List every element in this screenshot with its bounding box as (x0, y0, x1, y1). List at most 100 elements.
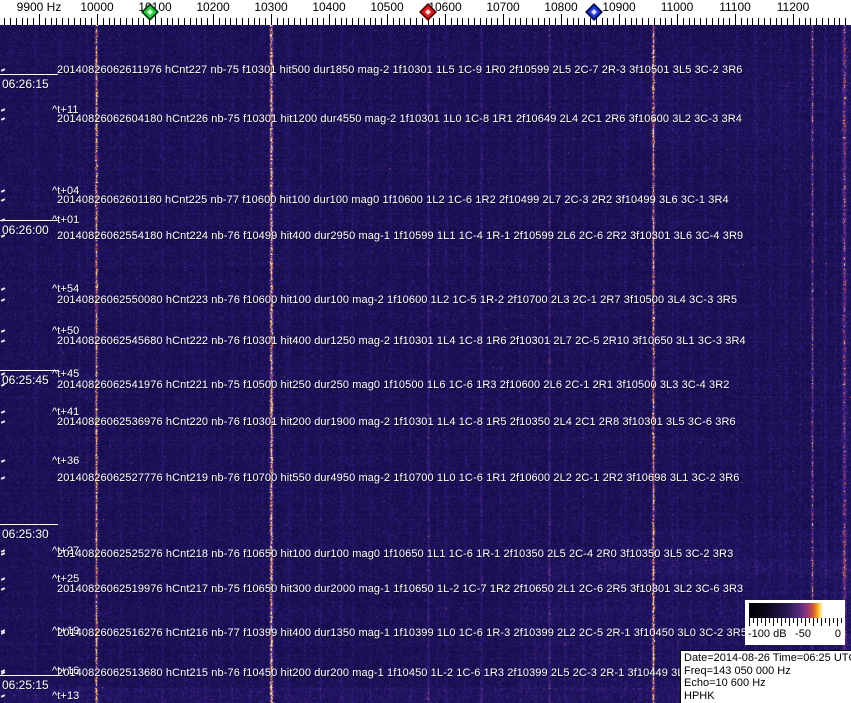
legend-tick (785, 618, 786, 623)
freq-minor-tick (479, 18, 481, 25)
freq-minor-tick (178, 18, 180, 25)
freq-minor-tick (346, 18, 348, 25)
freq-label: 11000 (660, 0, 694, 14)
freq-minor-tick (21, 18, 23, 25)
freq-major-tick (445, 14, 446, 25)
freq-minor-tick (172, 18, 174, 25)
blue-freq-marker[interactable] (585, 3, 603, 26)
green-freq-marker[interactable] (141, 3, 159, 26)
freq-major-tick (503, 14, 504, 25)
freq-minor-tick (27, 18, 29, 25)
freq-minor-tick (126, 18, 127, 25)
signal-level-legend: -100 dB -50 0 (745, 600, 845, 645)
freq-minor-tick (85, 18, 87, 25)
freq-major-tick (735, 14, 736, 25)
red-freq-marker-icon (419, 3, 437, 21)
freq-major-tick (39, 14, 40, 25)
freq-minor-tick (311, 18, 313, 25)
freq-minor-tick (160, 18, 162, 25)
freq-label: 10200 (196, 0, 230, 14)
frequency-axis: 9900 Hz 10000 10100 10200 10300 10400 10500 106… (0, 0, 851, 25)
freq-minor-tick (474, 18, 475, 25)
time-label: 06:25:15 (2, 678, 49, 692)
freq-minor-tick (166, 18, 168, 25)
freq-major-tick (213, 14, 214, 25)
freq-minor-tick (108, 18, 110, 25)
detection-record: 20140826062541976 hCnt221 nb-75 f10500 h… (57, 379, 730, 391)
freq-major-tick (793, 14, 794, 25)
info-receiver-frequency: Freq=143 050 000 Hz (684, 664, 791, 677)
detection-time-offset: ^t+01 (52, 214, 80, 226)
time-tick-line (0, 370, 58, 371)
detection-record: 20140826062527776 hCnt219 nb-76 f10700 h… (57, 472, 740, 484)
freq-minor-tick (259, 18, 261, 25)
freq-minor-tick (207, 18, 209, 25)
detection-time-offset: ^t+36 (52, 455, 80, 467)
db-colorbar (749, 603, 841, 618)
freq-major-tick (677, 14, 678, 25)
freq-minor-tick (276, 18, 278, 25)
freq-minor-tick (230, 18, 232, 25)
freq-minor-tick (416, 18, 417, 25)
freq-label: 10400 (312, 0, 346, 14)
freq-minor-tick (352, 18, 354, 25)
red-freq-marker[interactable] (419, 3, 437, 26)
detection-record: 20140826062550080 hCnt223 nb-76 f10600 h… (57, 294, 738, 306)
freq-minor-tick (56, 18, 58, 25)
freq-minor-tick (73, 18, 75, 25)
detection-record: 20140826062611976 hCnt227 nb-75 f10301 h… (57, 64, 743, 76)
time-label: 06:25:45 (2, 373, 49, 387)
freq-minor-tick (282, 18, 284, 25)
freq-minor-tick (363, 18, 365, 25)
freq-minor-tick (317, 18, 319, 25)
legend-max-label: 0 (834, 628, 841, 640)
legend-tick (813, 618, 814, 626)
info-station-code: HPHK (684, 690, 715, 703)
legend-tick (821, 618, 822, 626)
freq-minor-tick (758, 18, 760, 25)
status-info-box: Date=2014-08-26 Time=06:25 UTC Freq=143 … (680, 650, 851, 703)
detection-record: 20140826062525276 hCnt218 nb-76 f10650 h… (57, 548, 734, 560)
freq-major-tick (329, 14, 330, 25)
freq-minor-tick (358, 18, 359, 25)
freq-minor-tick (764, 18, 765, 25)
freq-minor-tick (288, 18, 290, 25)
legend-tick (769, 618, 770, 623)
legend-tick (797, 618, 798, 626)
legend-tick (793, 618, 794, 623)
freq-minor-tick (300, 18, 301, 25)
freq-minor-tick (224, 18, 226, 25)
freq-minor-tick (137, 18, 139, 25)
freq-minor-tick (305, 18, 307, 25)
freq-minor-tick (630, 18, 632, 25)
detection-record: 20140826062604180 hCnt226 nb-75 f10301 h… (57, 113, 742, 125)
time-tick-line (0, 74, 58, 75)
freq-minor-tick (50, 18, 52, 25)
freq-minor-tick (340, 18, 342, 25)
freq-label: 10700 (486, 0, 520, 14)
detection-record: 20140826062519976 hCnt217 nb-75 f10650 h… (57, 583, 744, 595)
freq-minor-tick (375, 18, 377, 25)
freq-minor-tick (845, 18, 847, 25)
legend-tick (801, 618, 802, 623)
freq-label: 9900 Hz (16, 0, 62, 14)
detection-time-offset: ^t+13 (52, 690, 80, 702)
freq-minor-tick (543, 18, 545, 25)
freq-minor-tick (62, 18, 64, 25)
freq-minor-tick (439, 18, 441, 25)
legend-tick (825, 618, 826, 623)
freq-minor-tick (33, 18, 35, 25)
freq-minor-tick (462, 18, 464, 25)
freq-minor-tick (242, 18, 243, 25)
time-tick-line (0, 675, 58, 676)
legend-tick (837, 618, 838, 626)
freq-label: 10800 (544, 0, 578, 14)
freq-label: 11200 (776, 0, 810, 14)
freq-label: 10900 (602, 0, 636, 14)
freq-minor-tick (398, 18, 400, 25)
freq-minor-tick (613, 18, 615, 25)
freq-minor-tick (131, 18, 133, 25)
green-freq-marker-icon (141, 3, 159, 21)
legend-tick (809, 618, 810, 623)
freq-minor-tick (265, 18, 267, 25)
